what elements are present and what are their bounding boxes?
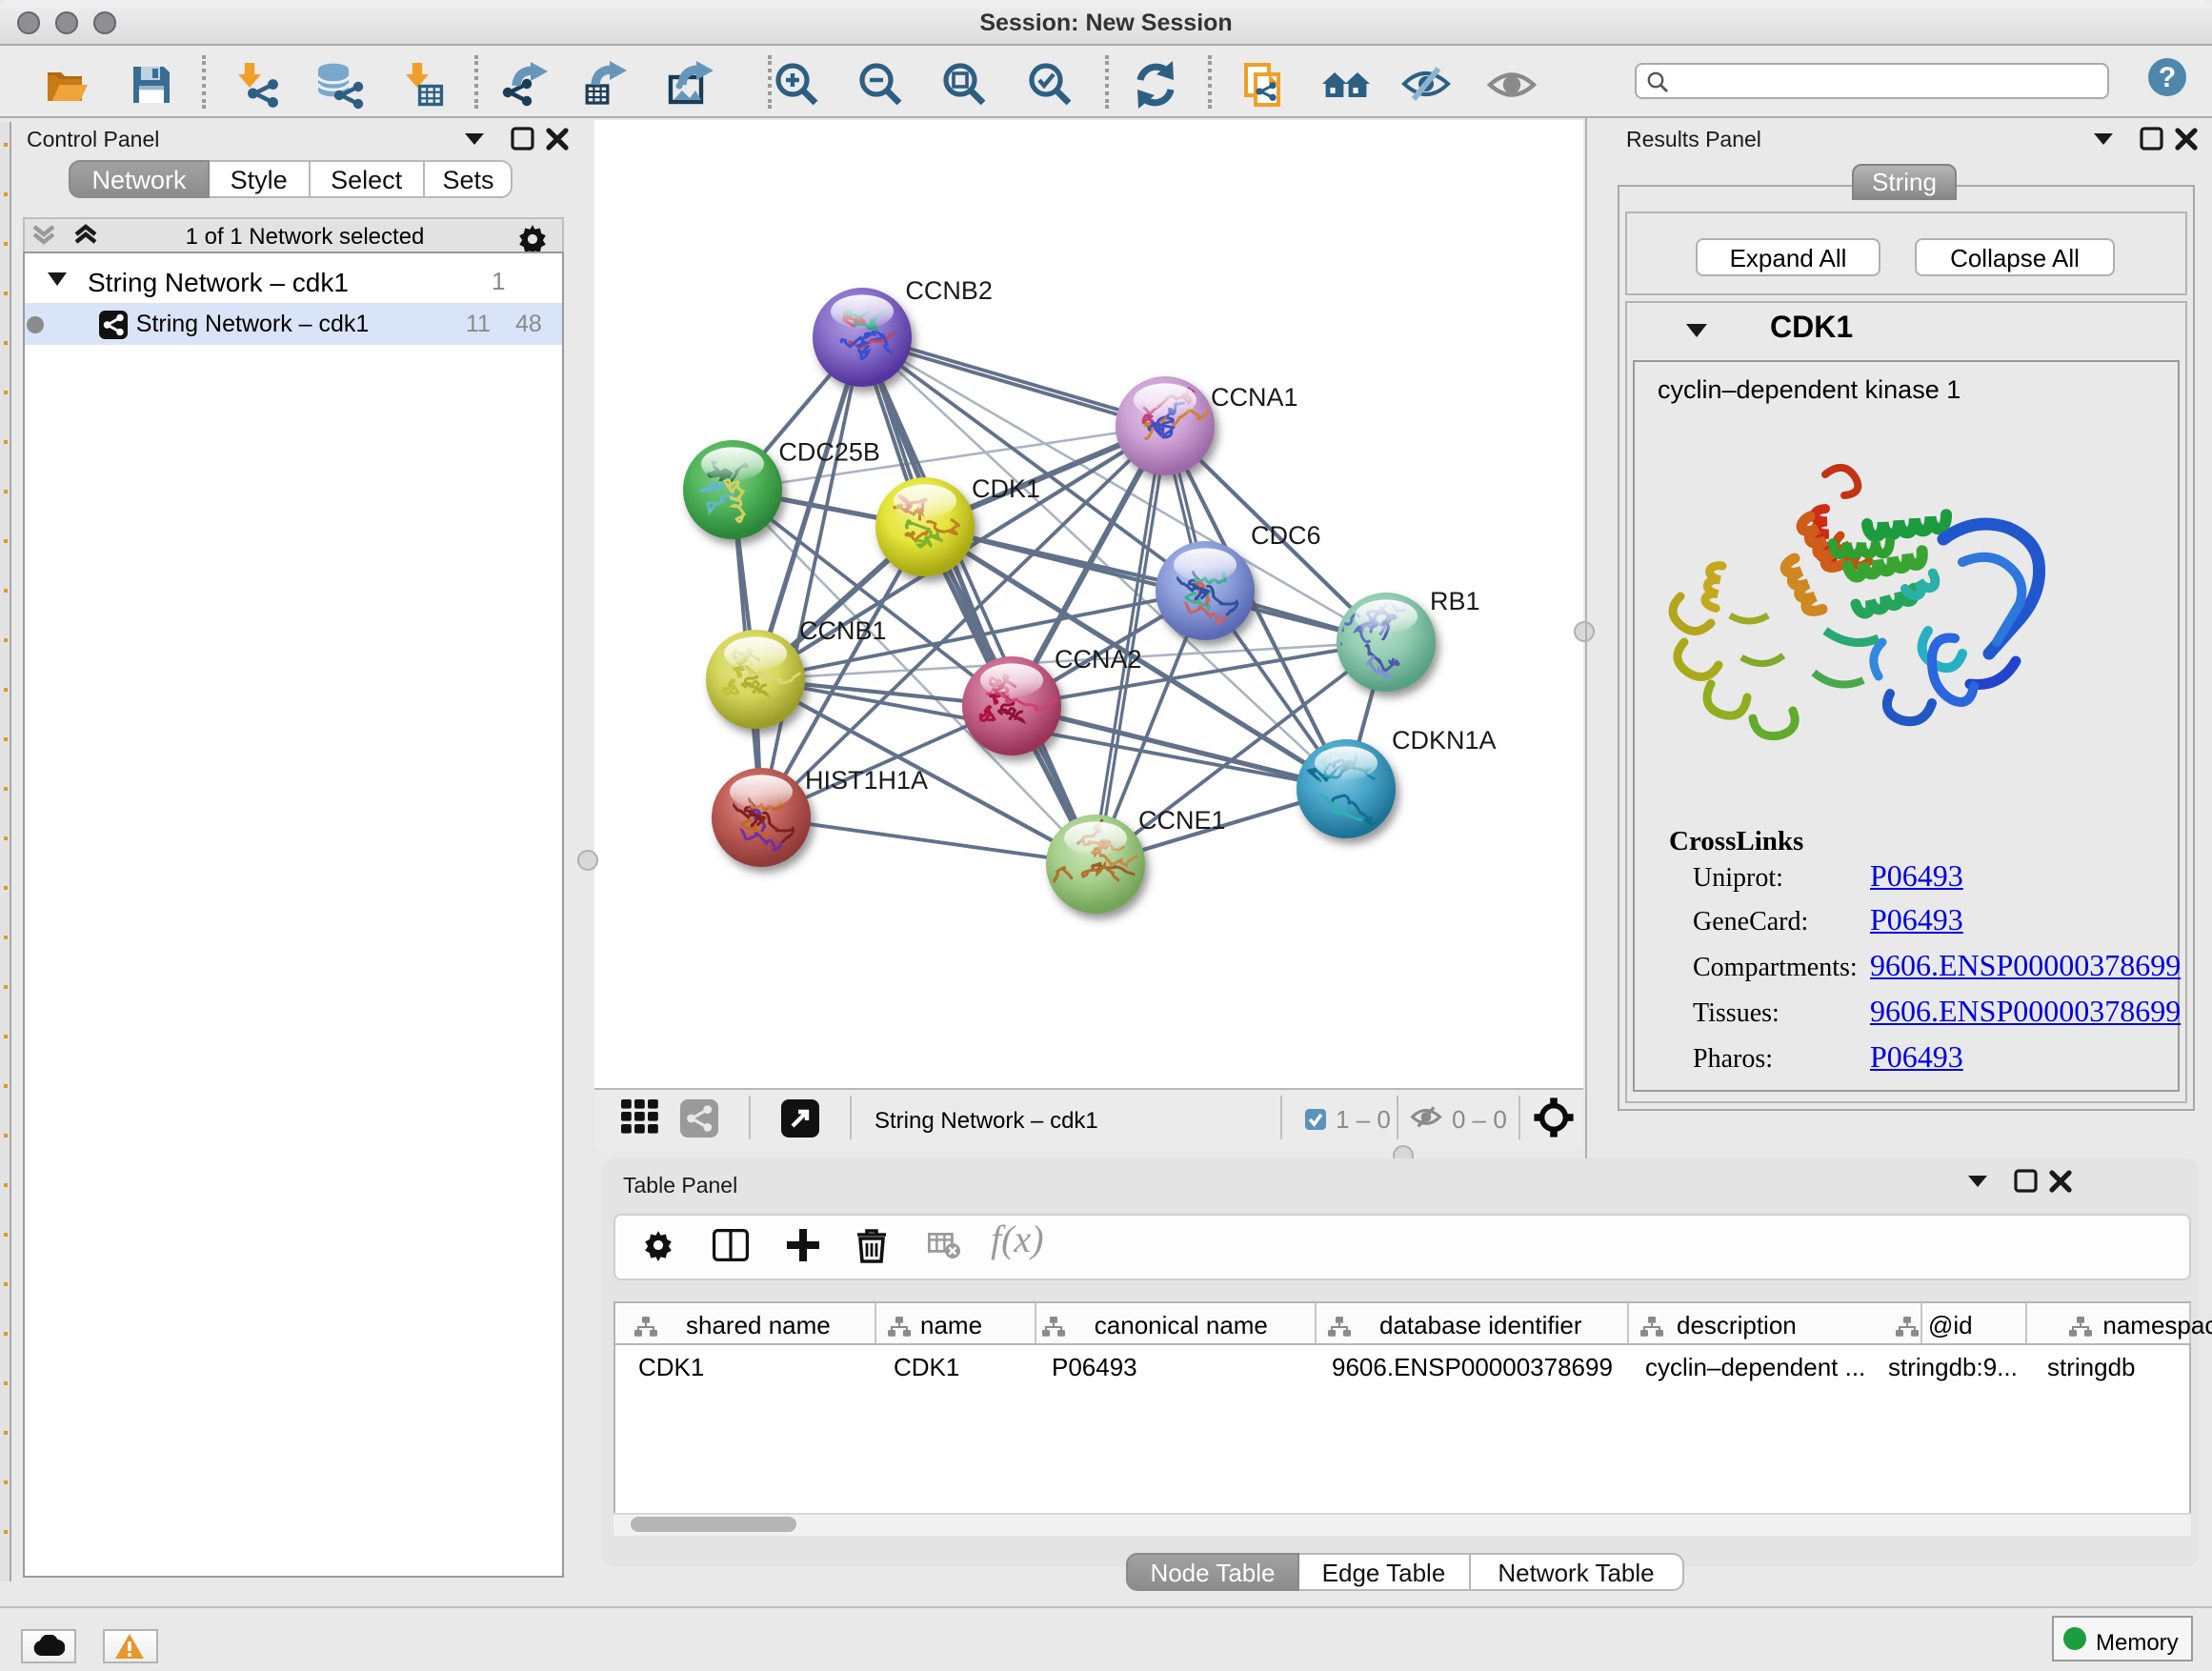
svg-text:HIST1H1A: HIST1H1A: [804, 766, 927, 795]
svg-text:CDC25B: CDC25B: [777, 437, 879, 466]
svg-text:CCNA1: CCNA1: [1210, 383, 1297, 412]
svg-text:CDKN1A: CDKN1A: [1391, 726, 1496, 755]
svg-text:CCNB2: CCNB2: [904, 276, 992, 305]
svg-text:CDC6: CDC6: [1250, 521, 1320, 550]
svg-text:CDK1: CDK1: [971, 474, 1039, 503]
svg-text:RB1: RB1: [1429, 587, 1479, 615]
svg-text:CCNB1: CCNB1: [798, 616, 886, 645]
svg-text:CCNA2: CCNA2: [1054, 645, 1141, 674]
svg-text:CCNE1: CCNE1: [1137, 806, 1225, 835]
svg-text:?: ?: [2159, 62, 2176, 93]
